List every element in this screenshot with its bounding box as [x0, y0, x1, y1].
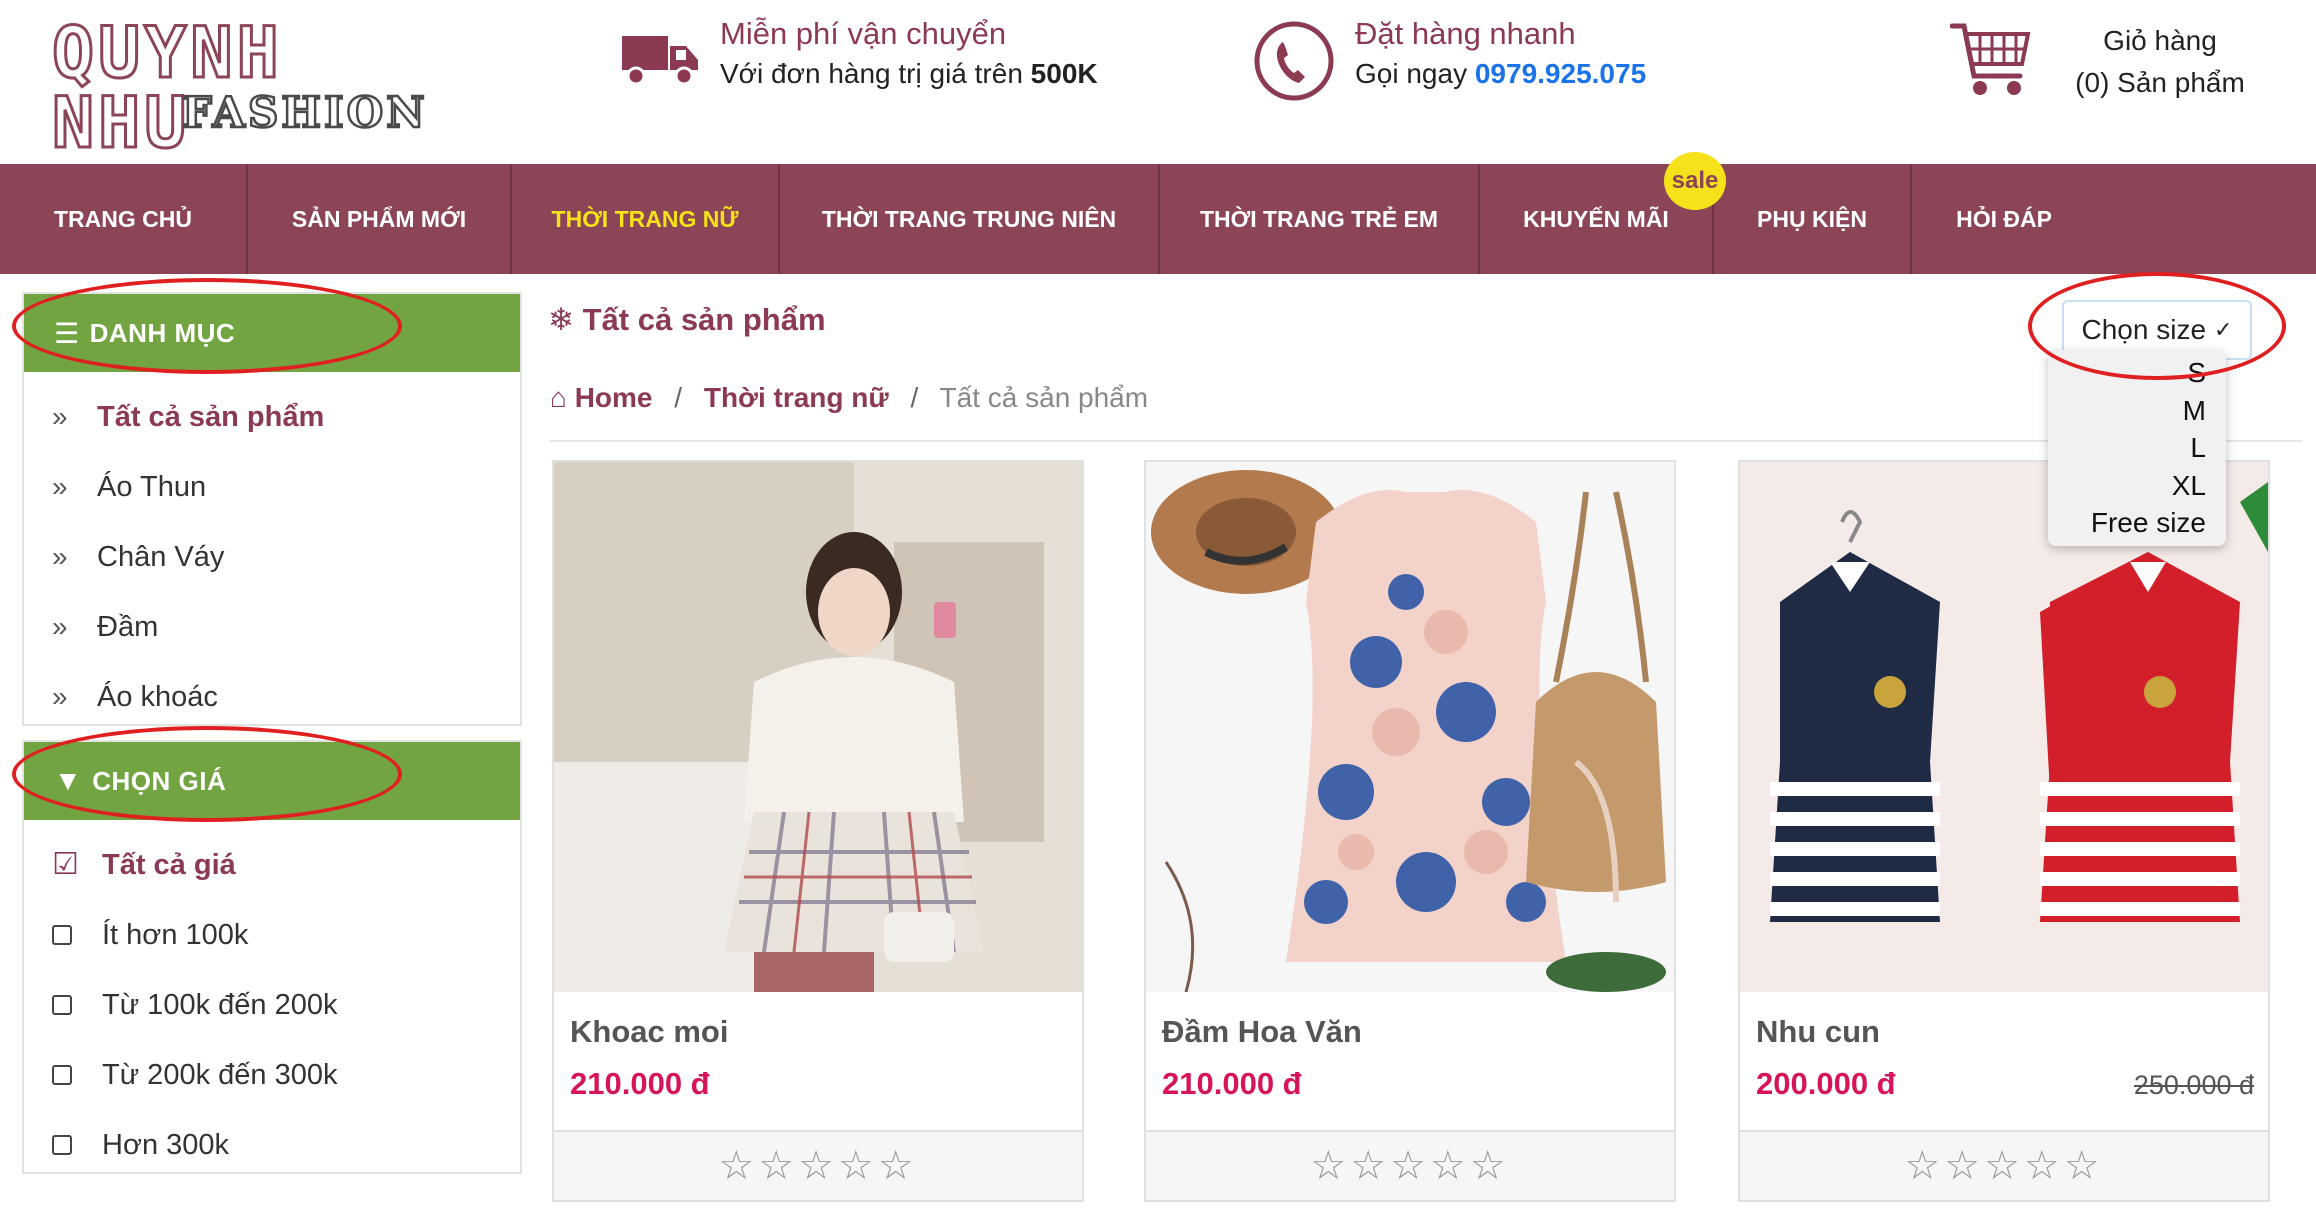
product-old-price: 250.000 đ — [2133, 1070, 2254, 1100]
double-chevron-icon: » — [52, 611, 68, 642]
nav-women-fashion[interactable]: THỜI TRANG NỮ — [512, 164, 780, 274]
filter-icon: ▼ — [54, 765, 83, 796]
price-option[interactable]: Từ 100k đến 200k — [24, 970, 520, 1040]
breadcrumb-current: Tất cả sản phẩm — [939, 382, 1149, 413]
category-item[interactable]: » Chân Váy — [24, 522, 520, 592]
breadcrumb-separator: / — [910, 382, 919, 413]
checkbox[interactable] — [52, 1135, 72, 1155]
product-card[interactable]: Đầm Hoa Văn 210.000 đ ☆☆☆☆☆ — [1144, 460, 1676, 1202]
nav-accessories[interactable]: PHỤ KIỆN — [1714, 164, 1912, 274]
nav-new-products[interactable]: SẢN PHẨM MỚI — [248, 164, 512, 274]
breadcrumb-category[interactable]: Thời trang nữ — [704, 382, 889, 413]
product-price: 200.000 đ — [1756, 1066, 1896, 1101]
price-panel: ▼ CHỌN GIÁ ☑ Tất cả giá Ít hơn 100k Từ 10… — [22, 740, 522, 1174]
checkbox[interactable] — [52, 995, 72, 1015]
order-phone[interactable]: 0979.925.075 — [1475, 58, 1646, 89]
double-chevron-icon: » — [52, 401, 68, 432]
price-option[interactable]: Ít hơn 100k — [24, 900, 520, 970]
size-option-xl[interactable]: XL — [2048, 467, 2206, 505]
menu-icon: ☰ — [54, 317, 80, 349]
cart-icon[interactable] — [1950, 20, 2032, 100]
shipping-sub: Với đơn hàng trị giá trên — [720, 58, 1023, 89]
star-rating[interactable]: ☆☆☆☆☆ — [1146, 1130, 1674, 1200]
free-shipping-info: Miễn phí vận chuyển Với đơn hàng trị giá… — [720, 14, 1098, 94]
star-rating[interactable]: ☆☆☆☆☆ — [1740, 1130, 2268, 1200]
cart-count: (0) Sản phẩm — [2075, 67, 2245, 98]
breadcrumb: ⌂ Home / Thời trang nữ / Tất cả sản phẩm — [550, 382, 1148, 414]
cart-title: Giỏ hàng — [2103, 25, 2217, 56]
price-option[interactable]: Từ 200k đến 300k — [24, 1040, 520, 1110]
order-sub: Gọi ngay — [1355, 58, 1468, 89]
size-option-s[interactable]: S — [2048, 354, 2206, 392]
price-option[interactable]: Hơn 300k — [24, 1110, 520, 1180]
price-header: ▼ CHỌN GIÁ — [24, 742, 520, 820]
shipping-title: Miễn phí vận chuyển — [720, 16, 1007, 51]
double-chevron-icon: » — [52, 681, 68, 712]
product-name[interactable]: Khoac moi — [570, 1014, 728, 1050]
star-rating[interactable]: ☆☆☆☆☆ — [554, 1130, 1082, 1200]
nav-middle-age-fashion[interactable]: THỜI TRANG TRUNG NIÊN — [780, 164, 1160, 274]
category-panel: ☰ DANH MỤC » Tất cả sản phẩm » Áo Thun » Ch… — [22, 292, 522, 726]
category-item[interactable]: » Tất cả sản phẩm — [24, 382, 520, 452]
category-item[interactable]: » Áo Thun — [24, 452, 520, 522]
shipping-amount: 500K — [1030, 58, 1098, 89]
product-price: 210.000 đ — [1162, 1066, 1302, 1101]
site-header: QUYNH NHU FASHION Miễn phí vận chuyển Vớ… — [0, 0, 2316, 164]
nav-home[interactable]: TRANG CHỦ — [0, 164, 248, 274]
phone-icon — [1254, 21, 1334, 101]
double-chevron-icon: » — [52, 471, 68, 502]
product-card[interactable]: Khoac moi 210.000 đ ☆☆☆☆☆ — [552, 460, 1084, 1202]
home-icon: ⌂ — [550, 382, 567, 413]
logo-line2: FASHION — [181, 88, 428, 137]
cart-summary[interactable]: Giỏ hàng (0) Sản phẩm — [2060, 20, 2260, 104]
main-nav: TRANG CHỦ SẢN PHẨM MỚI THỜI TRANG NỮ THỜ… — [0, 164, 2316, 274]
category-item[interactable]: » Đầm — [24, 592, 520, 662]
price-title: CHỌN GIÁ — [92, 765, 227, 796]
size-option-l[interactable]: L — [2048, 429, 2206, 467]
truck-icon — [622, 36, 698, 86]
site-logo[interactable]: QUYNH NHU FASHION — [51, 17, 426, 160]
divider — [550, 440, 2302, 442]
price-option[interactable]: ☑ Tất cả giá — [24, 830, 520, 900]
double-chevron-icon: » — [52, 541, 68, 572]
product-card[interactable]: Nhu cun 200.000 đ 250.000 đ ☆☆☆☆☆ — [1738, 460, 2270, 1202]
product-price: 210.000 đ — [570, 1066, 710, 1101]
product-image[interactable] — [554, 462, 1082, 992]
category-title: DANH MỤC — [89, 317, 236, 348]
product-image[interactable] — [1146, 462, 1674, 992]
size-dropdown-menu: S M L XL Free size — [2048, 350, 2226, 546]
breadcrumb-home[interactable]: Home — [575, 382, 653, 413]
checkbox[interactable] — [52, 925, 72, 945]
product-name[interactable]: Nhu cun — [1756, 1014, 1880, 1050]
category-item[interactable]: » Áo khoác — [24, 662, 520, 732]
size-option-free[interactable]: Free size — [2048, 504, 2206, 542]
category-header: ☰ DANH MỤC — [24, 294, 520, 372]
checkmark-icon: ✓ — [2214, 317, 2233, 342]
checkbox[interactable] — [52, 1065, 72, 1085]
page-title: ❄ Tất cả sản phẩm — [548, 302, 826, 337]
snowflake-icon: ❄ — [548, 302, 574, 337]
size-option-m[interactable]: M — [2048, 392, 2206, 430]
order-title: Đặt hàng nhanh — [1355, 16, 1576, 51]
sale-badge: sale — [1664, 152, 1726, 210]
product-name[interactable]: Đầm Hoa Văn — [1162, 1014, 1362, 1050]
nav-faq[interactable]: HỎI ĐÁP — [1912, 164, 2096, 274]
checked-checkbox-icon[interactable]: ☑ — [52, 850, 80, 880]
quick-order-info: Đặt hàng nhanh Gọi ngay 0979.925.075 — [1355, 14, 1646, 94]
nav-kids-fashion[interactable]: THỜI TRANG TRẺ EM — [1160, 164, 1480, 274]
breadcrumb-separator: / — [674, 382, 683, 413]
